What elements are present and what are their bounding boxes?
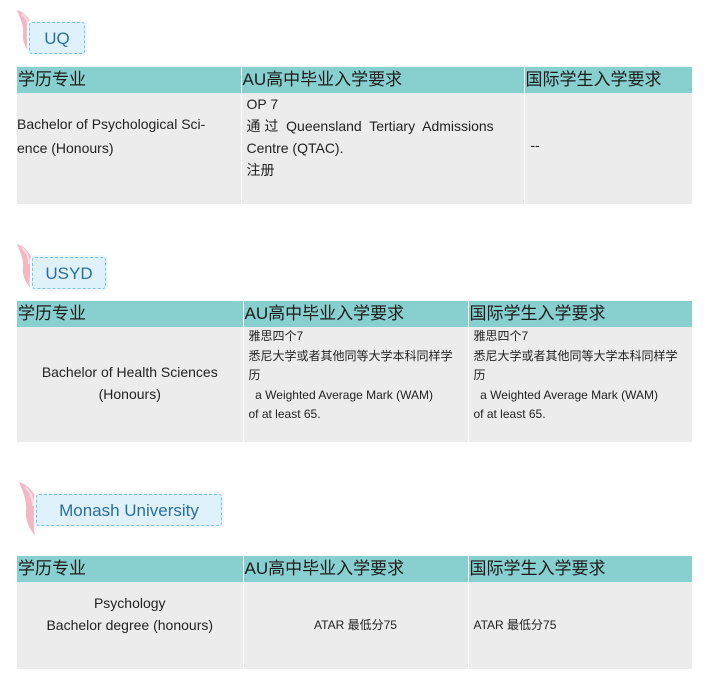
header-program: 学历专业 bbox=[17, 301, 244, 327]
table-row: Bachelor of Health Sciences (Honours) 雅思… bbox=[17, 327, 692, 442]
intl-requirement-cell: -- bbox=[524, 93, 692, 204]
table-header-row: 学历专业 AU高中毕业入学要求 国际学生入学要求 bbox=[17, 301, 692, 327]
university-name: UQ bbox=[29, 22, 85, 54]
header-program: 学历专业 bbox=[17, 67, 242, 93]
header-intl-requirement: 国际学生入学要求 bbox=[468, 301, 692, 327]
au-requirement-cell: ATAR 最低分75 bbox=[243, 582, 469, 669]
requirements-table: 学历专业 AU高中毕业入学要求 国际学生入学要求 Psychology Bach… bbox=[17, 556, 692, 669]
table-row: Bachelor of Psychological Sci- ence (Hon… bbox=[17, 93, 692, 204]
table-header-row: 学历专业 AU高中毕业入学要求 国际学生入学要求 bbox=[17, 67, 692, 93]
program-cell: Bachelor of Health Sciences (Honours) bbox=[17, 327, 244, 442]
program-cell: Bachelor of Psychological Sci- ence (Hon… bbox=[17, 93, 242, 204]
header-au-requirement: AU高中毕业入学要求 bbox=[243, 556, 469, 582]
university-name: Monash University bbox=[36, 494, 222, 526]
requirements-table: 学历专业 AU高中毕业入学要求 国际学生入学要求 Bachelor of Psy… bbox=[17, 67, 692, 204]
requirements-table: 学历专业 AU高中毕业入学要求 国际学生入学要求 Bachelor of Hea… bbox=[17, 301, 692, 442]
table-row: Psychology Bachelor degree (honours) ATA… bbox=[17, 582, 692, 669]
header-au-requirement: AU高中毕业入学要求 bbox=[241, 67, 525, 93]
header-intl-requirement: 国际学生入学要求 bbox=[468, 556, 692, 582]
intl-requirement-cell: 雅思四个7 悉尼大学或者其他同等大学本科同样学 历 a Weighted Ave… bbox=[468, 327, 692, 442]
header-intl-requirement: 国际学生入学要求 bbox=[524, 67, 692, 93]
header-program: 学历专业 bbox=[17, 556, 244, 582]
table-header-row: 学历专业 AU高中毕业入学要求 国际学生入学要求 bbox=[17, 556, 692, 582]
intl-requirement-cell: ATAR 最低分75 bbox=[468, 582, 692, 669]
au-requirement-cell: 雅思四个7 悉尼大学或者其他同等大学本科同样学 历 a Weighted Ave… bbox=[243, 327, 469, 442]
au-requirement-cell: OP 7 通 过 Queensland Tertiary Admissions … bbox=[241, 93, 525, 204]
program-cell: Psychology Bachelor degree (honours) bbox=[17, 582, 244, 669]
header-au-requirement: AU高中毕业入学要求 bbox=[243, 301, 469, 327]
university-name: USYD bbox=[32, 257, 106, 289]
